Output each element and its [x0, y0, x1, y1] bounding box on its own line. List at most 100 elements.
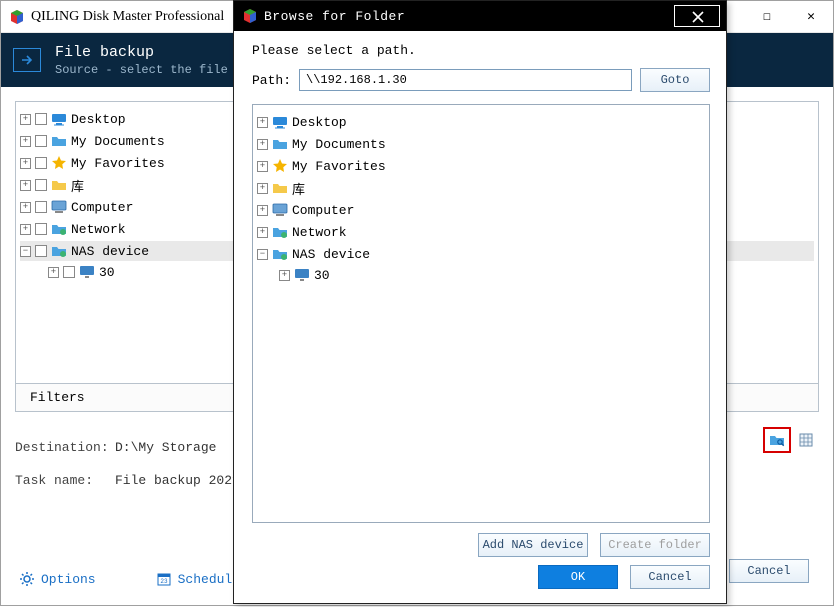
expand-icon[interactable]: + [257, 139, 268, 150]
tree-item-label: 30 [99, 265, 115, 280]
network-icon [51, 243, 67, 259]
destination-value: D:\My Storage [115, 440, 216, 455]
add-nas-button[interactable]: Add NAS device [478, 533, 588, 557]
tree-item-label: 库 [71, 176, 84, 195]
options-label: Options [41, 572, 96, 587]
ok-button[interactable]: OK [538, 565, 618, 589]
gear-icon [19, 571, 35, 587]
dialog-logo-icon [242, 8, 258, 24]
checkbox[interactable] [35, 245, 47, 257]
collapse-icon[interactable]: − [20, 246, 31, 257]
expand-icon[interactable]: + [257, 117, 268, 128]
folder-search-icon [769, 432, 785, 448]
tree-item-label: 库 [292, 179, 305, 198]
create-folder-button[interactable]: Create folder [600, 533, 710, 557]
checkbox[interactable] [35, 157, 47, 169]
app-logo-icon [9, 9, 25, 25]
close-icon: ✕ [807, 9, 815, 24]
expand-icon[interactable]: + [48, 267, 59, 278]
checkbox[interactable] [35, 135, 47, 147]
expand-icon[interactable]: + [20, 224, 31, 235]
create-folder-label: Create folder [608, 538, 702, 552]
tree-item[interactable]: + Desktop [257, 112, 705, 132]
filters-label: Filters [30, 390, 85, 405]
folder-yellow-icon [272, 180, 288, 196]
tree-item-label: Network [71, 222, 126, 237]
file-backup-icon [13, 48, 41, 72]
tree-item[interactable]: + My Documents [257, 134, 705, 154]
checkbox[interactable] [63, 266, 75, 278]
path-label: Path: [252, 73, 291, 88]
tree-item[interactable]: +库 [257, 178, 705, 198]
tree-item[interactable]: + Network [257, 222, 705, 242]
dialog-title: Browse for Folder [264, 9, 405, 24]
tree-item-label: My Favorites [292, 159, 386, 174]
tree-item-label: Desktop [292, 115, 347, 130]
tree-item-label: Computer [292, 203, 354, 218]
tree-item[interactable]: +30 [279, 265, 705, 285]
dialog-titlebar[interactable]: Browse for Folder [234, 1, 726, 31]
monitor-icon [294, 267, 310, 283]
close-button[interactable]: ✕ [789, 1, 833, 33]
grid-icon [798, 432, 814, 448]
tree-item-label: NAS device [292, 247, 370, 262]
cancel-button[interactable]: Cancel [729, 559, 809, 583]
dialog-message: Please select a path. [252, 43, 710, 58]
expand-icon[interactable]: + [20, 202, 31, 213]
tree-item[interactable]: + Computer [257, 200, 705, 220]
ok-label: OK [571, 570, 585, 584]
tree-item[interactable]: + My Favorites [257, 156, 705, 176]
dialog-tree: +Desktop+My Documents+My Favorites+库+Com… [257, 111, 705, 287]
folder-yellow-icon [51, 177, 67, 193]
dialog-cancel-label: Cancel [648, 570, 691, 584]
dialog-cancel-button[interactable]: Cancel [630, 565, 710, 589]
star-icon [51, 155, 67, 171]
maximize-icon: ☐ [763, 9, 771, 24]
checkbox[interactable] [35, 113, 47, 125]
destination-label: Destination: [15, 440, 115, 455]
tree-item[interactable]: − NAS device [257, 244, 705, 264]
app-title: QILING Disk Master Professional [31, 9, 224, 25]
tree-item-label: Computer [71, 200, 133, 215]
tree-item-label: My Documents [292, 137, 386, 152]
browse-folder-dialog: Browse for Folder Please select a path. … [233, 0, 727, 604]
expand-icon[interactable]: + [20, 180, 31, 191]
dialog-tree-panel: +Desktop+My Documents+My Favorites+库+Com… [252, 104, 710, 523]
taskname-value: File backup 2021- [115, 473, 248, 488]
page-subtitle: Source - select the file [55, 63, 228, 77]
expand-icon[interactable]: + [20, 114, 31, 125]
checkbox[interactable] [35, 223, 47, 235]
tree-item-label: Network [292, 225, 347, 240]
path-input[interactable] [299, 69, 632, 91]
network-icon [51, 221, 67, 237]
expand-icon[interactable]: + [257, 227, 268, 238]
options-link[interactable]: Options [19, 571, 96, 587]
expand-icon[interactable]: + [20, 136, 31, 147]
network-icon [272, 246, 288, 262]
folder-icon [272, 136, 288, 152]
expand-icon[interactable]: + [257, 183, 268, 194]
expand-icon[interactable]: + [257, 205, 268, 216]
expand-icon[interactable]: + [20, 158, 31, 169]
browse-destination-button[interactable] [763, 427, 791, 453]
collapse-icon[interactable]: − [257, 249, 268, 260]
computer-icon [51, 199, 67, 215]
calendar-icon [156, 571, 172, 587]
tree-item-label: Desktop [71, 112, 126, 127]
page-title: File backup [55, 44, 228, 61]
checkbox[interactable] [35, 179, 47, 191]
desktop-icon [272, 114, 288, 130]
desktop-icon [51, 111, 67, 127]
maximize-button[interactable]: ☐ [745, 1, 789, 33]
tree-item-label: NAS device [71, 244, 149, 259]
expand-icon[interactable]: + [279, 270, 290, 281]
checkbox[interactable] [35, 201, 47, 213]
star-icon [272, 158, 288, 174]
goto-button[interactable]: Goto [640, 68, 710, 92]
tree-item-label: My Documents [71, 134, 165, 149]
add-nas-label: Add NAS device [483, 538, 584, 552]
dialog-close-button[interactable] [674, 5, 720, 27]
monitor-icon [79, 264, 95, 280]
grid-button[interactable] [795, 429, 817, 451]
expand-icon[interactable]: + [257, 161, 268, 172]
